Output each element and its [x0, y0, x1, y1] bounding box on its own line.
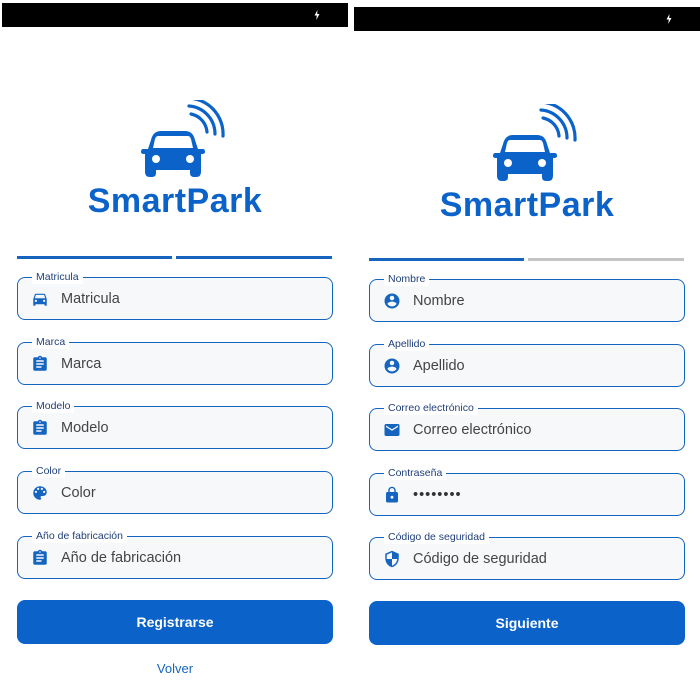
email-icon [383, 421, 401, 439]
first-name-field[interactable]: Nombre Nombre [369, 272, 685, 322]
security-code-field[interactable]: Código de seguridad Código de seguridad [369, 530, 685, 580]
field-placeholder: Matricula [61, 291, 120, 307]
register-button[interactable]: Registrarse [17, 600, 333, 644]
field-placeholder: Código de seguridad [413, 551, 547, 567]
step-progress [369, 258, 684, 261]
battery-charging-icon [666, 14, 672, 24]
password-field[interactable]: Contraseña •••••••• [369, 466, 685, 516]
field-label: Año de fabricación [32, 529, 127, 543]
field-placeholder: Marca [61, 356, 102, 372]
lock-icon [383, 486, 401, 504]
step-progress [17, 256, 332, 259]
plate-field[interactable]: Matricula Matricula [17, 270, 333, 320]
field-label: Nombre [384, 272, 430, 286]
field-label: Contraseña [384, 466, 447, 480]
brand-name: SmartPark [87, 182, 263, 220]
back-link[interactable]: Volver [2, 661, 348, 676]
field-label: Apellido [384, 337, 430, 351]
car-front-icon [31, 290, 49, 308]
connected-car-icon [477, 104, 577, 194]
status-bar [354, 7, 700, 31]
clipboard-icon [31, 549, 49, 567]
progress-step-1 [369, 258, 524, 261]
user-registration-screen: SmartPark Nombre Nombre Apellido Apellid… [354, 0, 700, 694]
brand-name: SmartPark [439, 186, 615, 224]
field-placeholder: Nombre [413, 293, 465, 309]
battery-charging-icon [314, 10, 320, 20]
progress-step-2 [528, 258, 684, 261]
account-circle-icon [383, 292, 401, 310]
clipboard-icon [31, 355, 49, 373]
progress-step-1 [17, 256, 172, 259]
field-placeholder: Correo electrónico [413, 422, 532, 438]
app-logo: SmartPark [354, 104, 700, 225]
email-field[interactable]: Correo electrónico Correo electrónico [369, 401, 685, 451]
app-logo: SmartPark [2, 100, 348, 221]
model-field[interactable]: Modelo Modelo [17, 399, 333, 449]
last-name-field[interactable]: Apellido Apellido [369, 337, 685, 387]
field-label: Correo electrónico [384, 401, 478, 415]
account-circle-icon [383, 357, 401, 375]
clipboard-icon [31, 419, 49, 437]
progress-step-2 [176, 256, 332, 259]
vehicle-registration-screen: SmartPark Matricula Matricula Marca Marc… [2, 0, 348, 694]
palette-icon [31, 484, 49, 502]
field-label: Modelo [32, 399, 75, 413]
connected-car-icon [125, 100, 225, 190]
field-label: Color [32, 464, 66, 478]
password-value: •••••••• [413, 487, 462, 503]
field-label: Marca [32, 335, 70, 349]
field-placeholder: Modelo [61, 420, 109, 436]
status-bar [2, 3, 348, 27]
color-field[interactable]: Color Color [17, 464, 333, 514]
field-label: Matricula [32, 270, 83, 284]
security-shield-icon [383, 550, 401, 568]
field-placeholder: Color [61, 485, 96, 501]
next-button[interactable]: Siguiente [369, 601, 685, 645]
year-field[interactable]: Año de fabricación Año de fabricación [17, 529, 333, 579]
field-placeholder: Apellido [413, 358, 465, 374]
field-placeholder: Año de fabricación [61, 550, 182, 566]
field-label: Código de seguridad [384, 530, 489, 544]
brand-field[interactable]: Marca Marca [17, 335, 333, 385]
